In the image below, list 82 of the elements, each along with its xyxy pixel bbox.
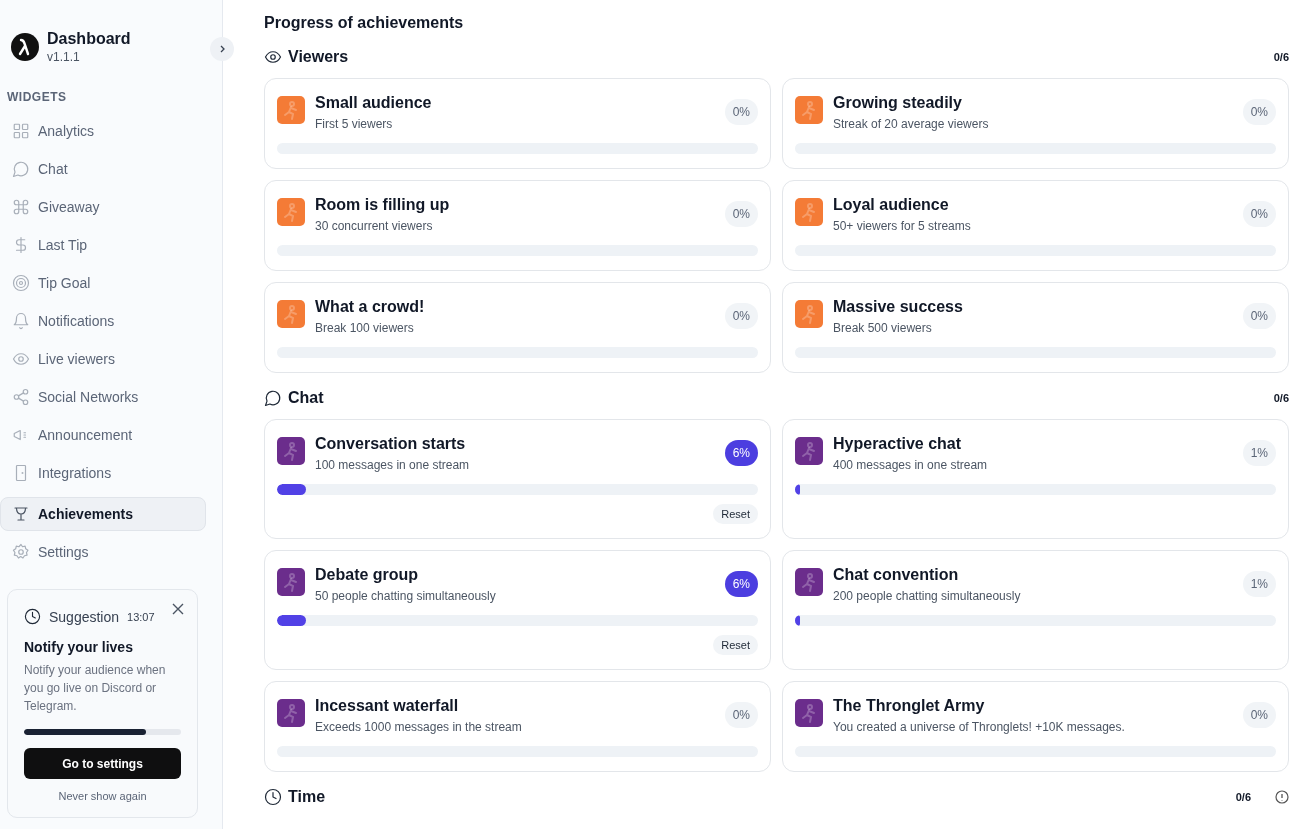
go-to-settings-button[interactable]: Go to settings: [24, 748, 181, 779]
sidebar-item[interactable]: Announcement: [0, 418, 206, 452]
reset-button[interactable]: Reset: [713, 504, 758, 524]
achievement-description: 200 people chatting simultaneously: [833, 589, 1022, 603]
section-label: WIDGETS: [7, 90, 68, 104]
percent-badge: 0%: [724, 201, 758, 227]
achievement-title: Small audience: [315, 94, 433, 112]
achievement-description: 100 messages in one stream: [315, 458, 471, 472]
achievement-title: Debate group: [315, 566, 420, 584]
achievement-title: Conversation starts: [315, 435, 467, 453]
achievement-description: Break 500 viewers: [833, 321, 933, 335]
achievement-description: 50 people chatting simultaneously: [315, 589, 497, 603]
chat-icon: [264, 389, 282, 407]
sidebar-item[interactable]: Notifications: [0, 304, 206, 338]
achievement-title: Massive success: [833, 298, 964, 316]
achievement-title: Loyal audience: [833, 196, 950, 214]
percent-badge: 1%: [1242, 571, 1276, 597]
sidebar-item[interactable]: Giveaway: [0, 190, 206, 224]
page-title: Progress of achievements: [264, 14, 465, 32]
sidebar-item[interactable]: Achievements: [0, 497, 206, 531]
info-icon[interactable]: [1275, 790, 1289, 804]
achievement-title: Room is filling up: [315, 196, 451, 214]
percent-badge: 0%: [724, 99, 758, 125]
lambda-logo: [11, 33, 39, 61]
clock-icon: [24, 608, 41, 625]
achievement-description: 400 messages in one stream: [833, 458, 989, 472]
percent-badge: 0%: [724, 702, 758, 728]
sidebar-item[interactable]: Live viewers: [0, 342, 206, 376]
eye-icon: [12, 350, 30, 368]
achievement-title: Hyperactive chat: [833, 435, 963, 453]
achievement-count: 0/6: [1273, 51, 1289, 63]
achievement-description: 30 concurrent viewers: [315, 219, 434, 233]
sidebar-item[interactable]: Last Tip: [0, 228, 206, 262]
bell-icon: [12, 312, 30, 330]
suggestion-text: Notify your audience when you go live on Discord or Telegram.: [24, 662, 167, 715]
version-label: v1.1.1: [47, 50, 81, 64]
achievement-description: Streak of 20 average viewers: [833, 117, 990, 131]
percent-badge: 0%: [1242, 702, 1276, 728]
clock-icon: [264, 788, 282, 806]
achievement-title: Growing steadily: [833, 94, 963, 112]
achievement-description: Exceeds 1000 messages in the stream: [315, 720, 523, 734]
achievement-title: The Thronglet Army: [833, 697, 986, 715]
chat-icon: [12, 160, 30, 178]
settings-icon: [12, 543, 30, 561]
sidebar-item[interactable]: Tip Goal: [0, 266, 206, 300]
close-icon[interactable]: [171, 602, 185, 616]
achievement-title: What a crowd!: [315, 298, 426, 316]
share-icon: [12, 388, 30, 406]
percent-badge: 0%: [1242, 99, 1276, 125]
sidebar-item[interactable]: Settings: [0, 535, 206, 569]
percent-badge: 0%: [1242, 201, 1276, 227]
achievement-description: First 5 viewers: [315, 117, 394, 131]
percent-badge: 1%: [1242, 440, 1276, 466]
section-title: Chat: [288, 389, 325, 407]
achievement-description: You created a universe of Thronglets! +10K messages.: [833, 720, 1126, 734]
sidebar-item[interactable]: Chat: [0, 152, 206, 186]
suggestion-title: Notify your lives: [24, 639, 134, 655]
reset-button[interactable]: Reset: [713, 635, 758, 655]
sidebar-item[interactable]: Integrations: [0, 456, 206, 490]
app-name: Dashboard: [47, 30, 131, 48]
sidebar-item[interactable]: Analytics: [0, 114, 206, 148]
percent-badge: 0%: [1242, 303, 1276, 329]
sidebar-item[interactable]: Social Networks: [0, 380, 206, 414]
section-title: Viewers: [288, 48, 350, 66]
eye-icon: [264, 48, 282, 66]
achievement-description: 50+ viewers for 5 streams: [833, 219, 972, 233]
never-show-again-link[interactable]: Never show again: [52, 789, 153, 803]
achievement-count: 0/6: [1235, 791, 1251, 803]
trophy-icon: [12, 505, 30, 523]
section-title: Time: [288, 788, 327, 806]
target-icon: [12, 274, 30, 292]
achievement-description: Break 100 viewers: [315, 321, 415, 335]
suggestion-time: 13:07: [127, 610, 155, 623]
achievement-title: Chat convention: [833, 566, 960, 584]
percent-badge: 0%: [724, 303, 758, 329]
achievement-count: 0/6: [1273, 392, 1289, 404]
suggestion-label: Suggestion: [49, 608, 120, 625]
command-icon: [12, 198, 30, 216]
percent-badge: 6%: [724, 440, 758, 466]
grid-icon: [12, 122, 30, 140]
percent-badge: 6%: [724, 571, 758, 597]
achievement-title: Incessant waterfall: [315, 697, 460, 715]
